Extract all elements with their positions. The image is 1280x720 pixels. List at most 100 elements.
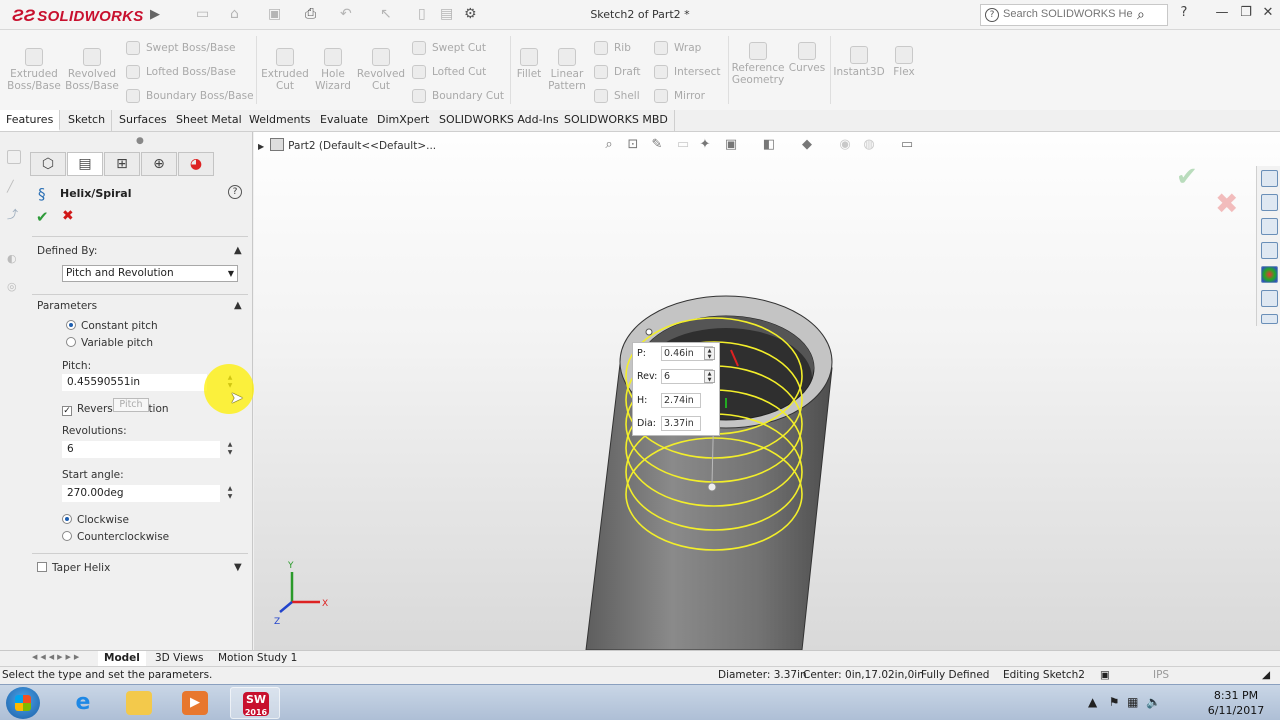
callout-pitch-spinner[interactable]: ▲ ▼ [704,347,715,360]
tab-dimxpert[interactable]: DimXpert [371,110,437,131]
save-icon[interactable]: ▣ [268,6,281,24]
fillet-button[interactable]: Fillet [512,48,546,80]
revolutions-spinner[interactable]: ▲ ▼ [224,441,236,458]
start-angle-spinner[interactable]: ▲ ▼ [224,485,236,502]
relation-strip-icon[interactable]: ◐ [7,252,21,266]
help-search-input[interactable] [1003,8,1133,20]
taper-helix-checkbox[interactable]: Taper Helix [37,562,110,574]
tab-mbd[interactable]: SOLIDWORKS MBD [558,110,675,131]
select-icon[interactable]: ↖ [380,6,392,24]
custom-properties-icon[interactable] [1261,290,1278,307]
undo-icon[interactable]: ↶ [340,6,352,24]
lofted-cut-button[interactable]: Lofted Cut [412,65,486,79]
display-strip-icon[interactable]: ◎ [7,280,21,294]
tab-sheet-metal[interactable]: Sheet Metal [170,110,249,131]
options-gear-icon[interactable]: ⚙ [464,6,477,24]
cancel-button[interactable]: ✖ [62,208,74,224]
appearances-icon[interactable] [1261,266,1278,283]
start-button[interactable] [6,687,40,719]
reference-geometry-button[interactable]: Reference Geometry [730,42,786,86]
draft-button[interactable]: Draft [594,65,640,79]
boundary-cut-button[interactable]: Boundary Cut [412,89,504,103]
display-manager-tab-icon[interactable]: ◕ [178,152,214,176]
tab-evaluate[interactable]: Evaluate [314,110,376,131]
dimxpert-manager-tab-icon[interactable]: ⊕ [141,152,177,176]
solidworks-logo[interactable]: ƧƧ SOLIDWORKS [12,6,144,26]
intersect-button[interactable]: Intersect [654,65,720,79]
volume-icon[interactable]: 🔈 [1146,695,1161,709]
sketch-line-strip-icon[interactable]: ╱ [7,180,21,194]
panel-grip-icon[interactable]: ● [136,136,144,146]
constant-pitch-radio[interactable]: Constant pitch [66,320,158,332]
defined-by-select[interactable]: Pitch and Revolution ▼ [62,265,238,282]
clockwise-radio[interactable]: Clockwise [62,514,129,526]
open-document-icon[interactable]: ⌂ [230,6,239,24]
variable-pitch-radio[interactable]: Variable pitch [66,337,153,349]
axis-strip-icon[interactable]: ⤴ [7,206,21,221]
feature-tree-strip-icon[interactable] [7,150,21,164]
tab-addins[interactable]: SOLIDWORKS Add-Ins [433,110,566,131]
expand-taper-helix-icon[interactable]: ▼ [234,562,242,573]
internet-explorer-taskbar-button[interactable]: e [58,687,108,719]
clock[interactable]: 8:31 PM 6/11/2017 [1204,688,1268,718]
file-explorer-taskbar-button[interactable] [114,687,164,719]
start-angle-input[interactable]: 270.00deg [62,485,220,502]
new-document-icon[interactable]: ▭ [196,6,209,24]
wrap-button[interactable]: Wrap [654,41,701,55]
curves-button[interactable]: Curves [788,42,826,74]
extruded-boss-button[interactable]: Extruded Boss/Base [6,48,62,92]
resources-icon[interactable] [1261,194,1278,211]
flex-button[interactable]: Flex [890,46,918,78]
solidworks-taskbar-button[interactable]: SW 2016 [230,687,280,719]
shell-button[interactable]: Shell [594,89,640,103]
home-icon[interactable] [1261,170,1278,187]
forum-icon[interactable] [1261,314,1278,324]
media-player-taskbar-button[interactable]: ▶ [170,687,220,719]
restore-window-button[interactable]: ❐ [1236,5,1256,23]
linear-pattern-button[interactable]: Linear Pattern [546,48,588,92]
extruded-cut-button[interactable]: Extruded Cut [260,48,310,92]
help-search-box[interactable]: ? ⌕ [980,4,1168,26]
feature-manager-tab-icon[interactable]: ⬡ [30,152,66,176]
property-manager-tab-icon[interactable]: ▤ [67,152,103,176]
tab-sketch[interactable]: Sketch [62,110,113,131]
lofted-boss-button[interactable]: Lofted Boss/Base [126,65,236,79]
tab-features[interactable]: Features [0,110,61,131]
configuration-manager-tab-icon[interactable]: ⊞ [104,152,140,176]
tab-scroll-arrows-icon[interactable]: ◀◀◀▶▶▶ [32,653,82,661]
tab-weldments[interactable]: Weldments [243,110,318,131]
revolved-cut-button[interactable]: Revolved Cut [356,48,406,92]
swept-boss-button[interactable]: Swept Boss/Base [126,41,236,55]
menu-expand-arrow-icon[interactable]: ▶ [150,7,162,23]
mirror-button[interactable]: Mirror [654,89,705,103]
boundary-boss-button[interactable]: Boundary Boss/Base [126,89,254,103]
minimize-window-button[interactable]: — [1212,5,1232,23]
collapse-parameters-icon[interactable]: ▲ [234,300,242,311]
action-center-icon[interactable]: ⚑ [1109,695,1120,709]
tab-model[interactable]: Model [98,651,146,666]
pitch-input[interactable]: 0.45590551in [62,374,207,391]
callout-rev-spinner[interactable]: ▲ ▼ [704,370,715,383]
rib-button[interactable]: Rib [594,41,631,55]
graphics-area[interactable]: ▶ Part2 (Default<<Default>... ⌕ ⊡ ✎ ▭ ✦ ▣… [254,132,1280,650]
search-icon[interactable]: ⌕ [1137,7,1145,23]
network-icon[interactable]: ▦ [1127,695,1138,709]
file-properties-icon[interactable]: ▤ [440,6,453,24]
collapse-defined-by-icon[interactable]: ▲ [234,245,242,256]
rebuild-icon[interactable]: ▯ [418,6,426,24]
design-library-icon[interactable] [1261,242,1278,259]
close-window-button[interactable]: ✕ [1258,5,1278,23]
revolved-boss-button[interactable]: Revolved Boss/Base [64,48,120,92]
rebuild-status-icon[interactable]: ▣ [1100,669,1110,681]
counterclockwise-radio[interactable]: Counterclockwise [62,531,169,543]
status-resize-icon[interactable]: ◢ [1262,669,1270,681]
help-icon[interactable]: ? [228,185,242,199]
unit-system[interactable]: IPS [1153,669,1169,681]
hole-wizard-button[interactable]: Hole Wizard [310,48,356,92]
help-menu-icon[interactable]: ? [1174,5,1194,23]
print-icon[interactable]: ⎙ [305,6,316,24]
tab-3d-views[interactable]: 3D Views [149,651,210,666]
instant3d-button[interactable]: Instant3D [832,46,886,78]
swept-cut-button[interactable]: Swept Cut [412,41,486,55]
ok-button[interactable]: ✔ [36,208,49,226]
